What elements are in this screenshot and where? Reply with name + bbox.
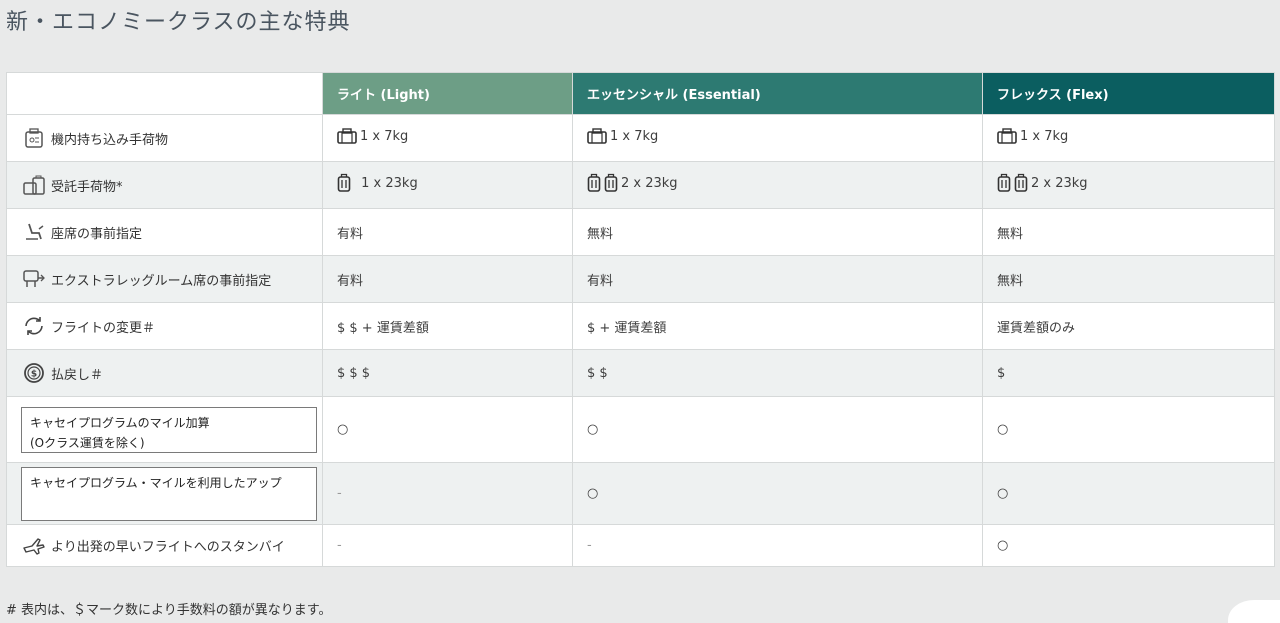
cell-value: 1 x 7kg [1020, 128, 1069, 144]
table-row: キャセイプログラムのマイル加算 (Oクラス運賃を除く) ○ ○ ○ [6, 396, 1275, 463]
cell-value: $ [997, 365, 1006, 381]
cell-value: - [337, 538, 342, 553]
cell-value: ○ [587, 486, 599, 501]
cell-value: 1 x 23kg [361, 175, 418, 191]
feature-label-box: キャセイプログラムのマイル加算 (Oクラス運賃を除く) [21, 406, 317, 453]
cell-value: 2 x 23kg [621, 175, 678, 191]
plan-header-flex: フレックス (Flex) [982, 72, 1275, 115]
table-header-row: ライト (Light) エッセンシャル (Essential) フレックス (F… [6, 72, 1275, 115]
feature-label: より出発の早いフライトへのスタンバイ [51, 540, 285, 555]
feature-label: フライトの変更＃ [51, 320, 156, 336]
suitcase-icon [604, 173, 618, 193]
table-row: $ 払戻し＃ $ $ $ $ $ $ [6, 349, 1275, 397]
cell-value: 1 x 7kg [360, 128, 409, 144]
feature-label: 受託手荷物* [51, 179, 123, 195]
suitcase-icon [587, 173, 601, 193]
benefits-table: ライト (Light) エッセンシャル (Essential) フレックス (F… [6, 72, 1275, 567]
table-row: 座席の事前指定 有料 無料 無料 [6, 208, 1275, 256]
table-row: より出発の早いフライトへのスタンバイ - - ○ [6, 524, 1275, 567]
seat-icon [21, 220, 47, 244]
feature-sublabel: (Oクラス運賃を除く) [30, 435, 145, 450]
cell-value: ○ [337, 422, 349, 437]
refund-icon: $ [21, 361, 47, 385]
cell-value: 有料 [337, 273, 364, 289]
cell-value: 無料 [587, 226, 614, 242]
cell-value: $ $ + 運賃差額 [337, 320, 429, 336]
plan-header-essential: エッセンシャル (Essential) [572, 72, 983, 115]
suitcase-icon [1014, 173, 1028, 193]
cell-value: 無料 [997, 226, 1024, 242]
feature-label: 機内持ち込み手荷物 [51, 132, 169, 148]
cell-value: - [337, 486, 342, 501]
table-row: 機内持ち込み手荷物 1 x 7kg 1 x 7kg 1 x 7kg [6, 114, 1275, 162]
change-flight-icon [21, 314, 47, 338]
cell-value: ○ [997, 422, 1009, 437]
plan-header-light: ライト (Light) [322, 72, 573, 115]
feature-label: キャセイプログラム・マイルを利用したアップ [30, 475, 282, 490]
cell-value: 有料 [587, 273, 614, 289]
carry-on-bag-icon [587, 128, 607, 144]
suitcase-icon [997, 173, 1011, 193]
feature-label-box: キャセイプログラム・マイルを利用したアップ [21, 466, 317, 521]
cell-value: 無料 [997, 273, 1024, 289]
carry-on-bag-icon [997, 128, 1017, 144]
cell-value: 2 x 23kg [1031, 175, 1088, 191]
table-row: 受託手荷物* 1 x 23kg 2 x 23kg 2 x 23kg [6, 161, 1275, 209]
cell-value: 運賃差額のみ [997, 320, 1076, 336]
legroom-seat-icon [21, 267, 47, 291]
svg-text:$: $ [31, 370, 37, 380]
cell-value: $ $ $ [337, 365, 371, 381]
feature-label: 払戻し＃ [51, 367, 104, 383]
carry-on-bag-icon [21, 126, 47, 150]
table-row: キャセイプログラム・マイルを利用したアップ - ○ ○ [6, 462, 1275, 525]
standby-plane-icon [21, 534, 47, 558]
checked-luggage-icon [21, 173, 47, 197]
cell-value: - [587, 538, 592, 553]
cell-value: ○ [997, 538, 1009, 553]
feature-label: キャセイプログラムのマイル加算 [30, 415, 210, 430]
feature-label: 座席の事前指定 [51, 226, 143, 242]
feature-label: エクストラレッグルーム席の事前指定 [51, 273, 272, 289]
cell-value: 有料 [337, 226, 364, 242]
header-blank-cell [6, 72, 323, 115]
table-row: フライトの変更＃ $ $ + 運賃差額 $ + 運賃差額 運賃差額のみ [6, 302, 1275, 350]
cell-value: $ $ [587, 365, 608, 381]
cell-value: 1 x 7kg [610, 128, 659, 144]
table-row: エクストラレッグルーム席の事前指定 有料 有料 無料 [6, 255, 1275, 303]
footnote: # 表内は、＄マーク数により手数料の額が異なります。 [6, 603, 332, 618]
corner-decoration [1228, 600, 1280, 623]
cell-value: ○ [587, 422, 599, 437]
carry-on-bag-icon [337, 128, 357, 144]
cell-value: ○ [997, 486, 1009, 501]
suitcase-icon [337, 173, 351, 193]
page-title: 新・エコノミークラスの主な特典 [6, 10, 351, 35]
cell-value: $ + 運賃差額 [587, 320, 667, 336]
